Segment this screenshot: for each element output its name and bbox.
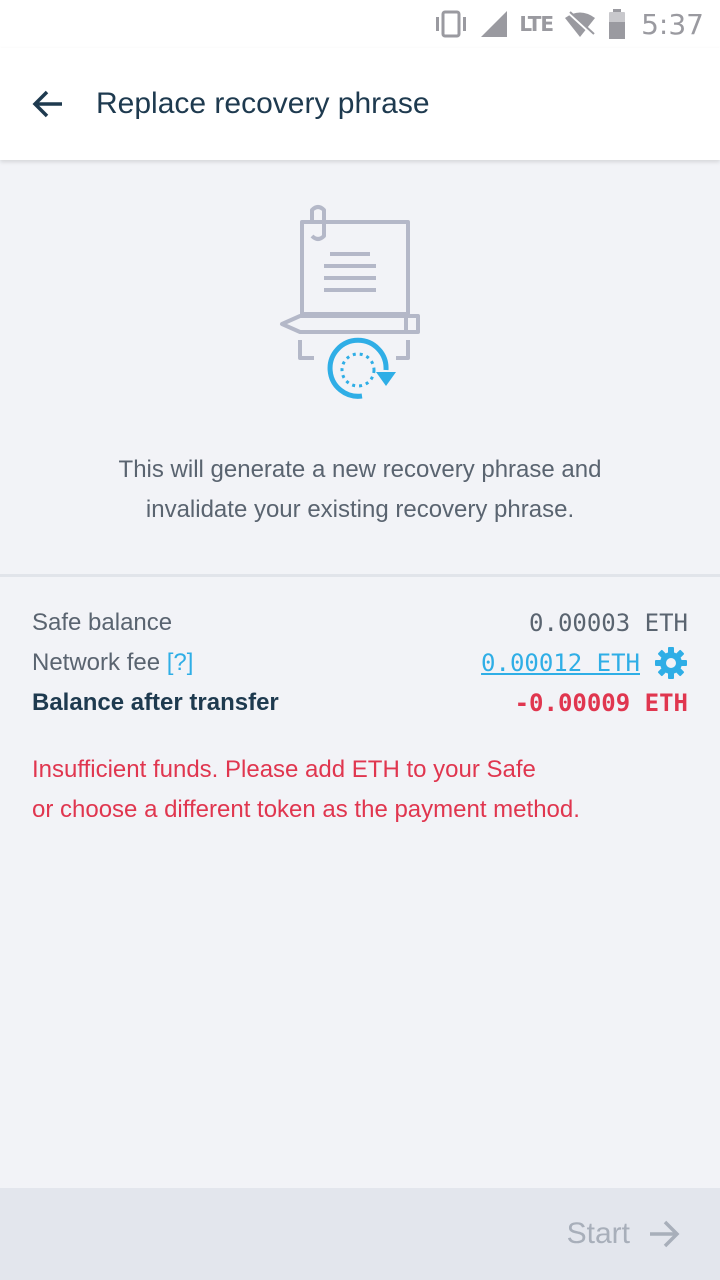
safe-balance-label: Safe balance	[32, 609, 173, 636]
battery-icon	[609, 9, 626, 39]
start-button[interactable]: Start	[567, 1212, 680, 1256]
vibrate-icon	[436, 10, 467, 38]
status-bar: LTE 5:37	[0, 0, 720, 48]
network-fee-row: Network fee [?] 0.00012 ETH	[32, 643, 688, 683]
safe-balance-value: 0.00003 ETH	[529, 609, 688, 637]
error-line1: Insufficient funds. Please add ETH to yo…	[32, 756, 536, 783]
hero-description: This will generate a new recovery phrase…	[40, 450, 680, 530]
page-title: Replace recovery phrase	[96, 87, 430, 120]
balance-after-value: -0.00009 ETH	[514, 689, 688, 717]
insufficient-funds-error: Insufficient funds. Please add ETH to yo…	[32, 750, 688, 830]
network-fee-value-group: 0.00012 ETH	[481, 646, 688, 680]
document-pen-refresh-icon	[280, 205, 420, 399]
bottom-bar: Start	[0, 1188, 720, 1280]
network-fee-label-group: Network fee [?]	[32, 649, 193, 677]
error-line2: or choose a different token as the payme…	[32, 796, 580, 823]
network-fee-label: Network fee	[32, 649, 161, 676]
divider	[0, 574, 720, 577]
balance-after-label: Balance after transfer	[32, 689, 279, 716]
start-button-label: Start	[566, 1217, 630, 1250]
signal-icon	[481, 11, 508, 37]
arrow-left-icon	[32, 90, 62, 118]
network-fee-value[interactable]: 0.00012 ETH	[481, 649, 640, 677]
safe-balance-row: Safe balance 0.00003 ETH	[32, 603, 688, 643]
status-icons: LTE 5:37	[433, 6, 704, 42]
back-button[interactable]	[18, 74, 78, 134]
balance-after-row: Balance after transfer -0.00009 ETH	[32, 683, 688, 723]
network-type: LTE	[519, 12, 554, 36]
hero-description-line1: This will generate a new recovery phrase…	[118, 456, 602, 483]
arrow-right-icon	[650, 1220, 680, 1248]
network-fee-help-link[interactable]: [?]	[167, 649, 194, 676]
gear-icon[interactable]	[654, 646, 688, 680]
hero-description-line2: invalidate your existing recovery phrase…	[145, 496, 575, 523]
clock: 5:37	[641, 7, 704, 41]
wifi-off-icon	[565, 11, 596, 37]
toolbar: Replace recovery phrase	[0, 48, 720, 160]
hero-section: This will generate a new recovery phrase…	[0, 160, 720, 576]
